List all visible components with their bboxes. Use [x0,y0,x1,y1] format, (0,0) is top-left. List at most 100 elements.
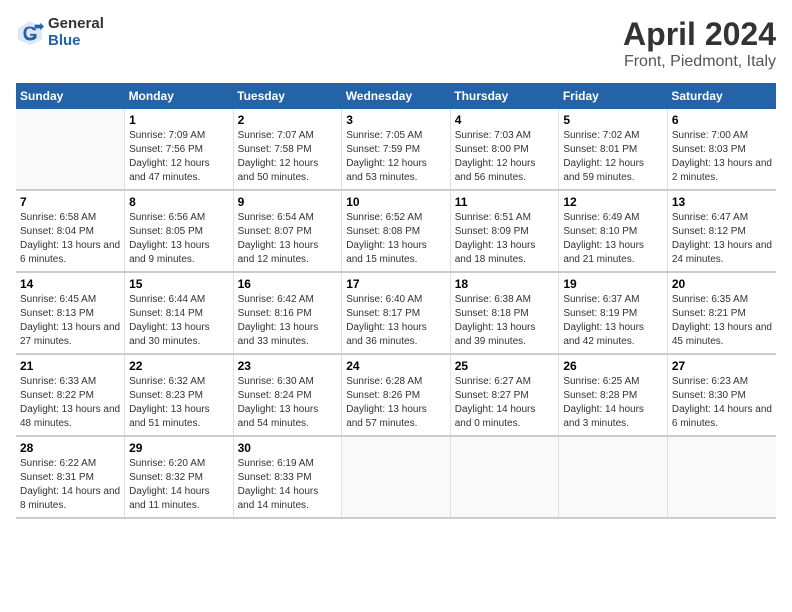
day-info: Sunrise: 6:33 AMSunset: 8:22 PMDaylight:… [20,375,120,431]
day-cell: 10 Sunrise: 6:52 AMSunset: 8:08 PMDayligh… [342,190,451,272]
col-header-wednesday: Wednesday [342,83,451,109]
day-number: 19 [563,277,663,291]
day-cell: 24 Sunrise: 6:28 AMSunset: 8:26 PMDayligh… [342,354,451,436]
day-cell: 17 Sunrise: 6:40 AMSunset: 8:17 PMDayligh… [342,272,451,354]
day-cell: 8 Sunrise: 6:56 AMSunset: 8:05 PMDaylight… [125,190,234,272]
day-info: Sunrise: 6:22 AMSunset: 8:31 PMDaylight:… [20,457,120,513]
day-info: Sunrise: 6:49 AMSunset: 8:10 PMDaylight:… [563,211,663,267]
day-info: Sunrise: 6:30 AMSunset: 8:24 PMDaylight:… [238,375,338,431]
day-number: 16 [238,277,338,291]
day-number: 22 [129,359,229,373]
day-cell: 15 Sunrise: 6:44 AMSunset: 8:14 PMDayligh… [125,272,234,354]
day-info: Sunrise: 6:56 AMSunset: 8:05 PMDaylight:… [129,211,229,267]
day-cell: 2 Sunrise: 7:07 AMSunset: 7:58 PMDaylight… [233,109,342,190]
day-cell: 5 Sunrise: 7:02 AMSunset: 8:01 PMDaylight… [559,109,668,190]
day-info: Sunrise: 6:45 AMSunset: 8:13 PMDaylight:… [20,293,120,349]
day-cell [667,436,776,518]
day-cell: 4 Sunrise: 7:03 AMSunset: 8:00 PMDaylight… [450,109,559,190]
day-number: 5 [563,113,663,127]
day-cell: 6 Sunrise: 7:00 AMSunset: 8:03 PMDaylight… [667,109,776,190]
week-row-5: 28Sunrise: 6:22 AMSunset: 8:31 PMDayligh… [16,436,776,518]
subtitle: Front, Piedmont, Italy [623,53,776,71]
day-number: 23 [238,359,338,373]
day-number: 29 [129,441,229,455]
day-number: 7 [20,195,120,209]
day-info: Sunrise: 7:07 AMSunset: 7:58 PMDaylight:… [238,129,338,185]
day-number: 1 [129,113,229,127]
col-header-monday: Monday [125,83,234,109]
day-info: Sunrise: 7:02 AMSunset: 8:01 PMDaylight:… [563,129,663,185]
day-info: Sunrise: 7:09 AMSunset: 7:56 PMDaylight:… [129,129,229,185]
day-number: 2 [238,113,338,127]
day-cell: 20Sunrise: 6:35 AMSunset: 8:21 PMDayligh… [667,272,776,354]
col-header-thursday: Thursday [450,83,559,109]
day-info: Sunrise: 6:37 AMSunset: 8:19 PMDaylight:… [563,293,663,349]
day-number: 6 [672,113,772,127]
day-info: Sunrise: 6:51 AMSunset: 8:09 PMDaylight:… [455,211,555,267]
day-info: Sunrise: 6:27 AMSunset: 8:27 PMDaylight:… [455,375,555,431]
day-cell: 16 Sunrise: 6:42 AMSunset: 8:16 PMDayligh… [233,272,342,354]
day-info: Sunrise: 6:32 AMSunset: 8:23 PMDaylight:… [129,375,229,431]
day-info: Sunrise: 6:44 AMSunset: 8:14 PMDaylight:… [129,293,229,349]
day-cell: 29 Sunrise: 6:20 AMSunset: 8:32 PMDayligh… [125,436,234,518]
day-number: 21 [20,359,120,373]
day-cell: 28Sunrise: 6:22 AMSunset: 8:31 PMDayligh… [16,436,125,518]
day-number: 25 [455,359,555,373]
day-cell [450,436,559,518]
day-cell: 13Sunrise: 6:47 AMSunset: 8:12 PMDayligh… [667,190,776,272]
day-info: Sunrise: 6:28 AMSunset: 8:26 PMDaylight:… [346,375,446,431]
day-number: 14 [20,277,120,291]
day-info: Sunrise: 6:38 AMSunset: 8:18 PMDaylight:… [455,293,555,349]
day-info: Sunrise: 6:42 AMSunset: 8:16 PMDaylight:… [238,293,338,349]
day-cell: 26 Sunrise: 6:25 AMSunset: 8:28 PMDayligh… [559,354,668,436]
day-cell: 18 Sunrise: 6:38 AMSunset: 8:18 PMDayligh… [450,272,559,354]
page-header: General Blue April 2024 Front, Piedmont,… [16,16,776,71]
col-header-friday: Friday [559,83,668,109]
day-cell: 27Sunrise: 6:23 AMSunset: 8:30 PMDayligh… [667,354,776,436]
day-number: 17 [346,277,446,291]
col-header-tuesday: Tuesday [233,83,342,109]
day-number: 26 [563,359,663,373]
logo-blue: Blue [48,33,104,50]
day-number: 10 [346,195,446,209]
col-header-sunday: Sunday [16,83,125,109]
day-info: Sunrise: 6:19 AMSunset: 8:33 PMDaylight:… [238,457,338,513]
day-number: 24 [346,359,446,373]
col-header-saturday: Saturday [667,83,776,109]
logo-text: General Blue [48,16,104,49]
day-info: Sunrise: 6:40 AMSunset: 8:17 PMDaylight:… [346,293,446,349]
day-cell: 7Sunrise: 6:58 AMSunset: 8:04 PMDaylight… [16,190,125,272]
day-number: 11 [455,195,555,209]
day-cell: 21 Sunrise: 6:33 AMSunset: 8:22 PMDayligh… [16,354,125,436]
day-cell: 22 Sunrise: 6:32 AMSunset: 8:23 PMDayligh… [125,354,234,436]
logo-icon [16,19,44,47]
day-cell: 14 Sunrise: 6:45 AMSunset: 8:13 PMDayligh… [16,272,125,354]
day-cell: 3Sunrise: 7:05 AMSunset: 7:59 PMDaylight… [342,109,451,190]
week-row-3: 14 Sunrise: 6:45 AMSunset: 8:13 PMDayligh… [16,272,776,354]
day-cell: 30Sunrise: 6:19 AMSunset: 8:33 PMDayligh… [233,436,342,518]
title-section: April 2024 Front, Piedmont, Italy [623,16,776,71]
day-cell: 1 Sunrise: 7:09 AMSunset: 7:56 PMDaylight… [125,109,234,190]
day-cell [16,109,125,190]
day-info: Sunrise: 6:35 AMSunset: 8:21 PMDaylight:… [672,293,772,349]
day-cell: 9Sunrise: 6:54 AMSunset: 8:07 PMDaylight… [233,190,342,272]
day-info: Sunrise: 6:25 AMSunset: 8:28 PMDaylight:… [563,375,663,431]
header-row: SundayMondayTuesdayWednesdayThursdayFrid… [16,83,776,109]
day-number: 18 [455,277,555,291]
day-info: Sunrise: 7:00 AMSunset: 8:03 PMDaylight:… [672,129,772,185]
day-number: 8 [129,195,229,209]
logo-general: General [48,16,104,33]
calendar-table: SundayMondayTuesdayWednesdayThursdayFrid… [16,83,776,519]
day-info: Sunrise: 7:05 AMSunset: 7:59 PMDaylight:… [346,129,446,185]
week-row-2: 7Sunrise: 6:58 AMSunset: 8:04 PMDaylight… [16,190,776,272]
day-info: Sunrise: 7:03 AMSunset: 8:00 PMDaylight:… [455,129,555,185]
day-cell: 11 Sunrise: 6:51 AMSunset: 8:09 PMDayligh… [450,190,559,272]
logo: General Blue [16,16,104,49]
day-info: Sunrise: 6:52 AMSunset: 8:08 PMDaylight:… [346,211,446,267]
day-cell [342,436,451,518]
day-number: 27 [672,359,772,373]
day-number: 15 [129,277,229,291]
day-info: Sunrise: 6:20 AMSunset: 8:32 PMDaylight:… [129,457,229,513]
day-number: 4 [455,113,555,127]
week-row-1: 1 Sunrise: 7:09 AMSunset: 7:56 PMDaylight… [16,109,776,190]
